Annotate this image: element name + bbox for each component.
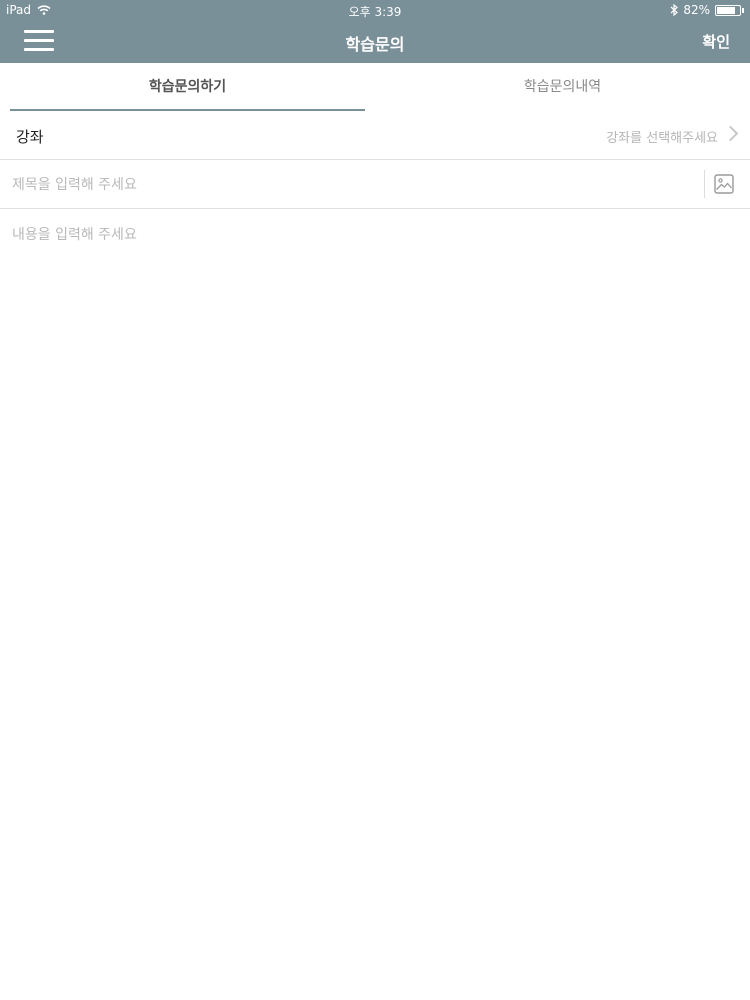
course-placeholder: 강좌를 선택해주세요 xyxy=(606,131,718,146)
content-input[interactable] xyxy=(10,222,744,986)
chevron-right-icon xyxy=(722,125,739,142)
course-select-row[interactable]: 강좌 강좌를 선택해주세요 xyxy=(0,111,750,160)
battery-percent: 82% xyxy=(683,3,710,17)
divider xyxy=(704,170,705,198)
status-bar: iPad 오후 3:39 82% xyxy=(0,0,750,20)
confirm-button[interactable]: 확인 xyxy=(702,31,730,52)
title-row xyxy=(0,160,750,210)
bluetooth-icon xyxy=(670,4,679,16)
tab-ask-question[interactable]: 학습문의하기 xyxy=(10,63,365,111)
page-title: 학습문의 xyxy=(345,35,405,54)
battery-icon xyxy=(715,4,741,16)
status-right: 82% xyxy=(670,3,744,17)
course-label: 강좌 xyxy=(16,128,44,146)
image-attach-icon[interactable] xyxy=(714,174,734,194)
tab-question-history[interactable]: 학습문의내역 xyxy=(375,63,750,111)
navigation-bar: 학습문의 확인 xyxy=(0,20,750,63)
title-input[interactable] xyxy=(10,160,694,210)
status-time: 오후 3:39 xyxy=(348,5,402,19)
battery-tip xyxy=(742,7,744,13)
tab-bar: 학습문의하기 학습문의내역 xyxy=(0,63,750,111)
